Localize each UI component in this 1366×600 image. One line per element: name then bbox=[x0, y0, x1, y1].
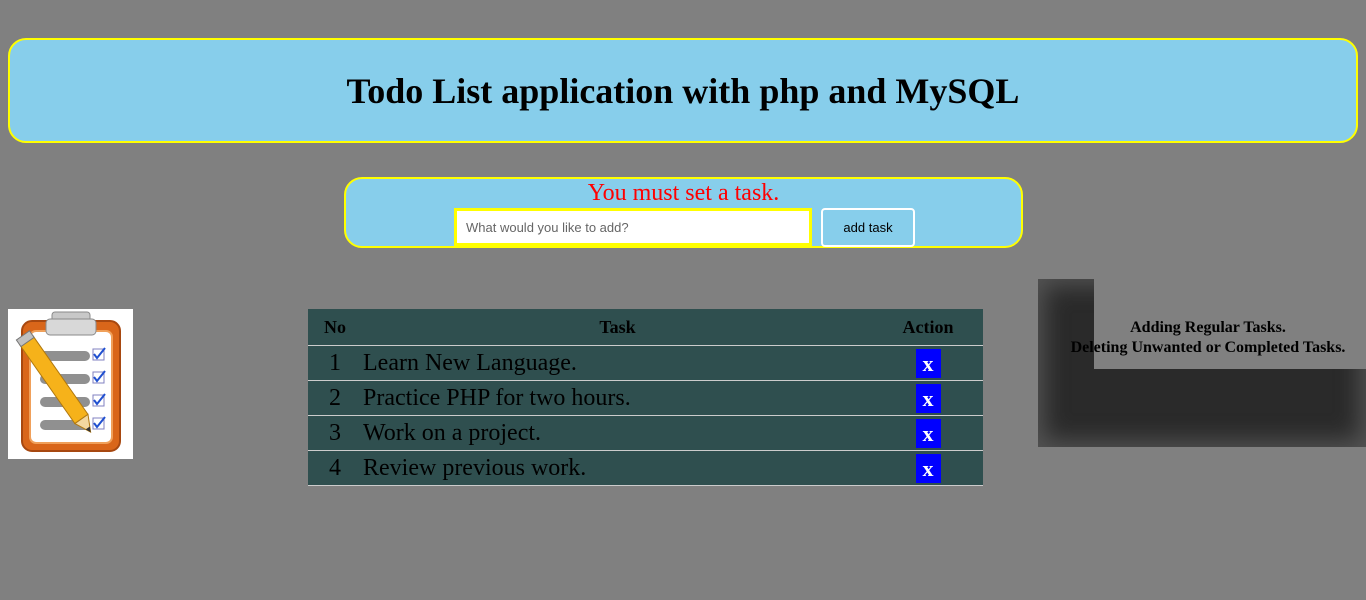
table-row: 4 Review previous work. x bbox=[308, 450, 983, 486]
info-line: Deleting Unwanted or Completed Tasks. bbox=[1070, 339, 1346, 356]
table-row: 2 Practice PHP for two hours. x bbox=[308, 380, 983, 416]
task-number: 1 bbox=[308, 345, 362, 381]
task-text: Review previous work. bbox=[362, 450, 873, 486]
delete-task-button[interactable]: x bbox=[915, 453, 941, 483]
table-row: 3 Work on a project. x bbox=[308, 415, 983, 451]
add-task-button[interactable]: add task bbox=[821, 208, 915, 247]
delete-task-button[interactable]: x bbox=[915, 348, 941, 378]
action-cell: x bbox=[873, 415, 983, 451]
column-header-no: No bbox=[308, 309, 362, 346]
delete-task-button[interactable]: x bbox=[915, 418, 941, 448]
task-number: 2 bbox=[308, 380, 362, 416]
clipboard-checklist-pencil-icon bbox=[8, 309, 133, 459]
page-header: Todo List application with php and MySQL bbox=[8, 38, 1358, 143]
column-header-action: Action bbox=[873, 309, 983, 346]
table-row: 1 Learn New Language. x bbox=[308, 345, 983, 381]
info-panel-text: Adding Regular Tasks. Deleting Unwanted … bbox=[1038, 318, 1366, 358]
tasks-table: No Task Action 1 Learn New Language. x 2… bbox=[308, 309, 983, 486]
action-cell: x bbox=[873, 345, 983, 381]
add-task-form: You must set a task. add task bbox=[344, 177, 1023, 248]
task-text: Learn New Language. bbox=[362, 345, 873, 381]
task-text: Work on a project. bbox=[362, 415, 873, 451]
info-line: Adding Regular Tasks. bbox=[1130, 319, 1286, 336]
task-input[interactable] bbox=[454, 208, 812, 246]
task-text: Practice PHP for two hours. bbox=[362, 380, 873, 416]
delete-task-button[interactable]: x bbox=[915, 383, 941, 413]
page-title: Todo List application with php and MySQL bbox=[346, 70, 1020, 111]
action-cell: x bbox=[873, 450, 983, 486]
action-cell: x bbox=[873, 380, 983, 416]
error-message: You must set a task. bbox=[587, 180, 780, 206]
task-number: 3 bbox=[308, 415, 362, 451]
table-header-row: No Task Action bbox=[308, 309, 983, 346]
task-number: 4 bbox=[308, 450, 362, 486]
column-header-task: Task bbox=[362, 309, 873, 346]
